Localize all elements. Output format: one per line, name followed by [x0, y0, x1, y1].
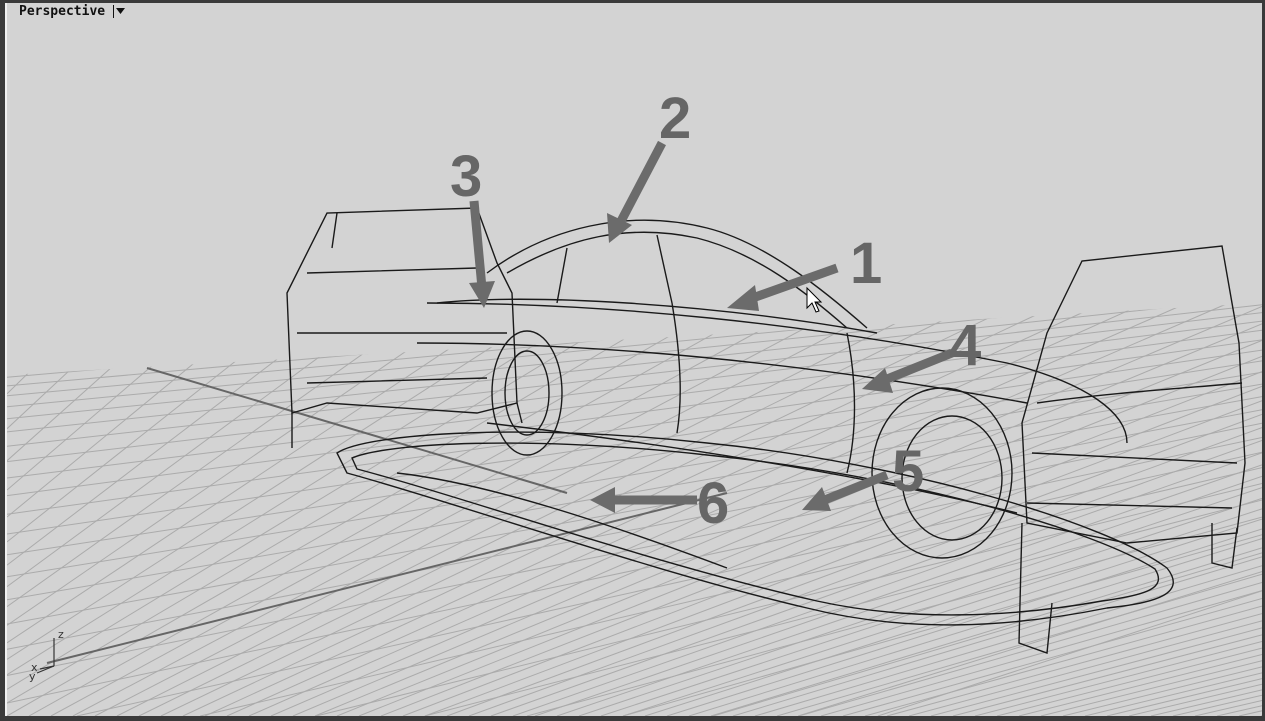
axis-label-y: y	[29, 670, 36, 683]
triangle-down-icon	[116, 8, 126, 14]
callout-6: 6	[697, 471, 729, 536]
viewport-menu-button[interactable]	[113, 5, 126, 18]
axis-label-z: z	[58, 628, 64, 641]
callout-2: 2	[659, 86, 691, 151]
callout-1: 1	[850, 231, 882, 296]
callout-4: 4	[949, 313, 981, 378]
viewport-scene: 1 2 3 4 5 6 z x y	[7, 3, 1262, 716]
callout-5: 5	[892, 439, 924, 504]
perspective-viewport[interactable]: Perspective 1 2 3 4 5 6 z x y	[5, 3, 1262, 716]
viewport-title-menu[interactable]: Perspective	[19, 4, 126, 19]
construction-grid	[7, 3, 1262, 716]
axis-indicator: z x y	[29, 628, 64, 683]
world-y-axis	[46, 492, 728, 664]
callout-3: 3	[450, 144, 482, 209]
viewport-title: Perspective	[19, 4, 106, 19]
